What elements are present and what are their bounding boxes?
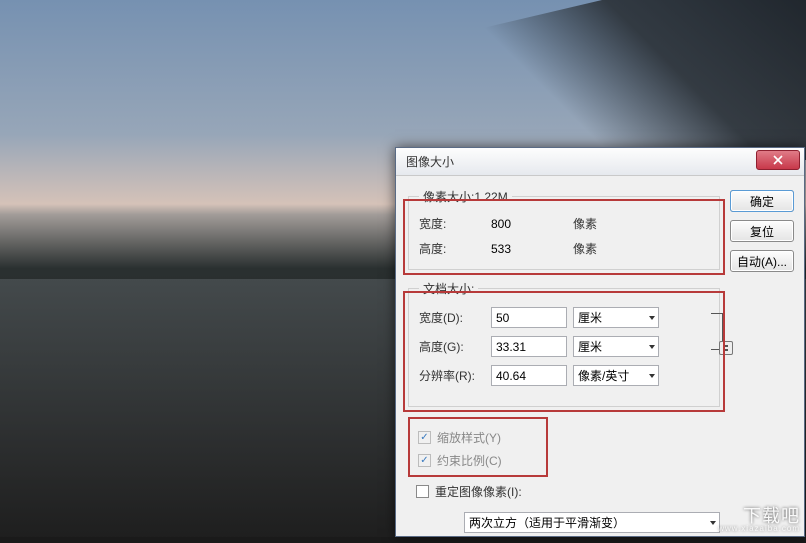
scale-styles-label: 缩放样式(Y): [437, 429, 501, 446]
dialog-body: 像素大小:1.22M 宽度: 800 像素 高度: 533 像素 文档大小: 宽…: [396, 176, 804, 543]
chevron-down-icon: [709, 519, 717, 527]
doc-width-row: 宽度(D): 厘米: [419, 307, 685, 328]
pixel-height-value: 533: [491, 242, 567, 256]
pixel-height-row: 高度: 533 像素: [419, 240, 709, 257]
watermark-main: 下载吧: [743, 507, 800, 525]
doc-height-unit-select[interactable]: 厘米: [573, 336, 659, 357]
pixel-width-unit: 像素: [573, 215, 633, 232]
constrain-checkbox: [418, 454, 431, 467]
close-icon: [773, 155, 783, 165]
chevron-down-icon: [648, 372, 656, 380]
constrain-label: 约束比例(C): [437, 452, 502, 469]
doc-height-label: 高度(G):: [419, 338, 485, 355]
scale-styles-checkbox: [418, 431, 431, 444]
watermark-sub: www.xiazaiba.com: [718, 525, 800, 533]
pixel-width-row: 宽度: 800 像素: [419, 215, 709, 232]
dialog-titlebar[interactable]: 图像大小: [396, 148, 804, 176]
doc-width-input[interactable]: [491, 307, 567, 328]
pixel-size-group: 像素大小:1.22M 宽度: 800 像素 高度: 533 像素: [408, 188, 720, 270]
auto-button-label: 自动(A)...: [737, 253, 787, 270]
building-silhouette: [466, 0, 806, 160]
doc-width-unit-select[interactable]: 厘米: [573, 307, 659, 328]
doc-res-unit-select[interactable]: 像素/英寸: [573, 365, 659, 386]
doc-width-label: 宽度(D):: [419, 309, 485, 326]
doc-width-unit-value: 厘米: [578, 309, 602, 326]
doc-height-unit-value: 厘米: [578, 338, 602, 355]
scale-options-block: 缩放样式(Y) 约束比例(C): [408, 417, 548, 477]
doc-res-label: 分辨率(R):: [419, 367, 485, 384]
pixel-width-value: 800: [491, 217, 567, 231]
close-button[interactable]: [756, 150, 800, 170]
document-size-group: 文档大小: 宽度(D): 厘米 高度(G): 厘米: [408, 280, 720, 407]
pixel-width-label: 宽度:: [419, 215, 485, 232]
document-size-legend: 文档大小:: [419, 280, 478, 297]
doc-resolution-row: 分辨率(R): 像素/英寸: [419, 365, 685, 386]
pixel-height-label: 高度:: [419, 240, 485, 257]
image-size-dialog: 图像大小 像素大小:1.22M 宽度: 800 像素 高度: 533 像素: [395, 147, 805, 537]
resample-row: 重定图像像素(I):: [416, 483, 720, 500]
pixel-height-unit: 像素: [573, 240, 633, 257]
doc-height-input[interactable]: [491, 336, 567, 357]
auto-button[interactable]: 自动(A)...: [730, 250, 794, 272]
resample-checkbox[interactable]: [416, 485, 429, 498]
ok-button-label: 确定: [750, 193, 774, 210]
constrain-row: 约束比例(C): [418, 452, 540, 469]
reset-button-label: 复位: [750, 223, 774, 240]
scale-styles-row: 缩放样式(Y): [418, 429, 540, 446]
doc-res-unit-value: 像素/英寸: [578, 367, 629, 384]
ok-button[interactable]: 确定: [730, 190, 794, 212]
link-icon: [719, 341, 733, 355]
left-column: 像素大小:1.22M 宽度: 800 像素 高度: 533 像素 文档大小: 宽…: [408, 188, 720, 533]
dialog-title: 图像大小: [406, 153, 454, 170]
doc-height-row: 高度(G): 厘米: [419, 336, 685, 357]
dialog-button-column: 确定 复位 自动(A)...: [730, 188, 794, 533]
chevron-down-icon: [648, 314, 656, 322]
resample-method-select[interactable]: 两次立方（适用于平滑渐变）: [464, 512, 720, 533]
doc-res-input[interactable]: [491, 365, 567, 386]
reset-button[interactable]: 复位: [730, 220, 794, 242]
resample-label: 重定图像像素(I):: [435, 483, 522, 500]
resample-method-value: 两次立方（适用于平滑渐变）: [469, 514, 625, 531]
chevron-down-icon: [648, 343, 656, 351]
pixel-size-legend: 像素大小:1.22M: [419, 188, 512, 205]
document-size-rows: 宽度(D): 厘米 高度(G): 厘米: [419, 307, 709, 386]
watermark: 下载吧 www.xiazaiba.com: [718, 507, 800, 533]
